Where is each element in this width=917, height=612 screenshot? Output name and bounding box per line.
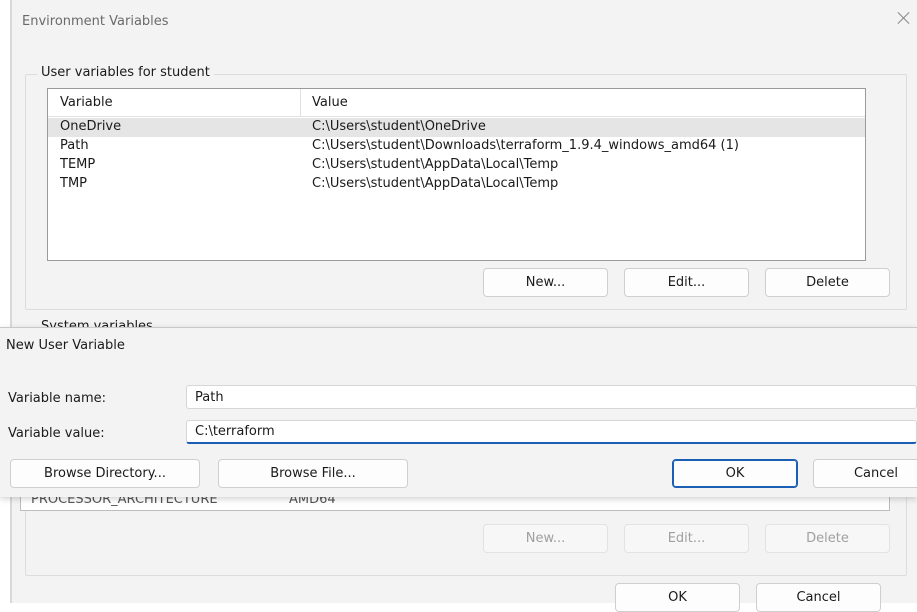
cancel-button[interactable]: Cancel: [813, 459, 917, 488]
row-variable: OneDrive: [60, 119, 122, 134]
variable-name-label: Variable name:: [8, 391, 107, 406]
env-cancel-button[interactable]: Cancel: [756, 583, 881, 612]
row-variable: TEMP: [60, 157, 96, 172]
user-new-button[interactable]: New...: [483, 268, 608, 297]
user-delete-button[interactable]: Delete: [765, 268, 890, 297]
row-value: C:\Users\student\AppData\Local\Temp: [312, 157, 559, 172]
ok-button[interactable]: OK: [672, 459, 798, 488]
system-edit-button[interactable]: Edit...: [624, 524, 749, 553]
list-header: Variable Value: [48, 89, 865, 117]
table-row[interactable]: TMP C:\Users\student\AppData\Local\Temp: [48, 175, 865, 194]
system-row-value: AMD64: [289, 497, 336, 507]
system-row-variable: PROCESSOR_ARCHITECTURE: [31, 497, 218, 507]
user-edit-button[interactable]: Edit...: [624, 268, 749, 297]
env-ok-button[interactable]: OK: [615, 583, 740, 612]
close-icon[interactable]: [896, 10, 912, 26]
row-variable: Path: [60, 138, 89, 153]
variable-name-input[interactable]: [186, 385, 917, 409]
new-user-variable-dialog: New User Variable Variable name: Variabl…: [0, 327, 917, 497]
browse-file-button[interactable]: Browse File...: [218, 459, 408, 488]
variable-value-label: Variable value:: [8, 426, 105, 441]
system-variables-label: System variables: [37, 318, 157, 327]
column-header-value[interactable]: Value: [312, 95, 348, 110]
user-variables-list[interactable]: Variable Value OneDrive C:\Users\student…: [47, 88, 866, 261]
row-variable: TMP: [60, 176, 87, 191]
row-value: C:\Users\student\AppData\Local\Temp: [312, 176, 559, 191]
column-header-variable[interactable]: Variable: [60, 95, 113, 110]
variable-value-input[interactable]: [186, 420, 917, 444]
row-value: C:\Users\student\OneDrive: [312, 119, 486, 134]
browse-directory-button[interactable]: Browse Directory...: [10, 459, 200, 488]
column-separator: [300, 89, 301, 117]
system-new-button[interactable]: New...: [483, 524, 608, 553]
system-variables-list[interactable]: PROCESSOR_ARCHITECTURE AMD64: [20, 497, 890, 511]
table-row[interactable]: TEMP C:\Users\student\AppData\Local\Temp: [48, 156, 865, 175]
system-delete-button[interactable]: Delete: [765, 524, 890, 553]
row-value: C:\Users\student\Downloads\terraform_1.9…: [312, 138, 739, 153]
dialog-title: Environment Variables: [22, 14, 169, 29]
table-row[interactable]: Path C:\Users\student\Downloads\terrafor…: [48, 137, 865, 156]
modal-title: New User Variable: [6, 338, 125, 353]
user-variables-label: User variables for student: [37, 65, 214, 80]
table-row[interactable]: OneDrive C:\Users\student\OneDrive: [48, 118, 865, 137]
